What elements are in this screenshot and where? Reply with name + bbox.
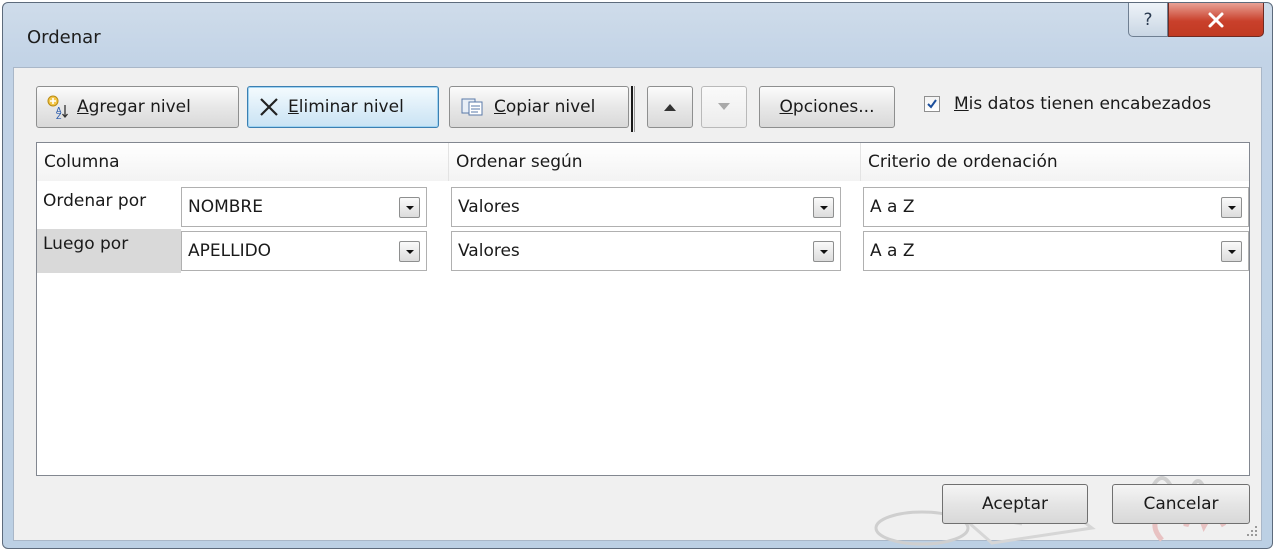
order-select-row-2[interactable]: A a Z xyxy=(863,231,1249,271)
title-bar[interactable]: Ordenar ? xyxy=(3,3,1272,67)
chevron-down-icon xyxy=(819,205,828,210)
dialog-client-area: A Z Agregar nivel Eliminar nivel Copiar … xyxy=(13,67,1262,546)
sort-on-value: Valores xyxy=(458,197,520,217)
move-down-button[interactable] xyxy=(701,86,747,128)
add-level-button[interactable]: A Z Agregar nivel xyxy=(36,86,239,128)
arrow-up-icon xyxy=(664,104,676,111)
accept-button[interactable]: Aceptar xyxy=(942,484,1088,524)
column-header-ordenar-segun: Ordenar según xyxy=(449,143,861,181)
order-select-row-1[interactable]: A a Z xyxy=(863,187,1249,227)
headers-checkbox[interactable] xyxy=(924,96,940,112)
options-label: Opciones... xyxy=(779,97,875,117)
sort-on-value: Valores xyxy=(458,241,520,261)
headers-checkbox-row[interactable]: Mis datos tienen encabezados xyxy=(924,94,1211,114)
x-delete-icon xyxy=(258,97,280,117)
delete-level-button[interactable]: Eliminar nivel xyxy=(247,86,439,128)
row-label-ordenar-por: Ordenar por xyxy=(43,191,147,211)
svg-text:Z: Z xyxy=(56,112,62,119)
copy-icon xyxy=(460,97,486,117)
chevron-down-icon xyxy=(1227,249,1236,254)
dropdown-button[interactable] xyxy=(813,241,834,262)
dropdown-button[interactable] xyxy=(399,241,420,262)
dialog-title: Ordenar xyxy=(27,27,101,48)
column-header-criterio: Criterio de ordenación xyxy=(861,143,1249,181)
chevron-down-icon xyxy=(1227,205,1236,210)
delete-level-label: Eliminar nivel xyxy=(288,97,404,117)
order-value: A a Z xyxy=(870,197,915,217)
close-button[interactable] xyxy=(1168,3,1264,37)
copy-level-label: Copiar nivel xyxy=(494,97,596,117)
column-select-row-1[interactable]: NOMBRE xyxy=(181,187,427,227)
sort-levels-grid: Columna Ordenar según Criterio de ordena… xyxy=(36,142,1250,476)
column-select-value: NOMBRE xyxy=(188,197,263,217)
column-header-columna: Columna xyxy=(37,143,449,181)
dropdown-button[interactable] xyxy=(399,197,420,218)
options-button[interactable]: Opciones... xyxy=(759,86,895,128)
row-label-luego-por: Luego por xyxy=(37,229,181,273)
close-icon xyxy=(1208,12,1224,27)
order-value: A a Z xyxy=(870,241,915,261)
column-select-value: APELLIDO xyxy=(188,241,272,261)
chevron-down-icon xyxy=(819,249,828,254)
dropdown-button[interactable] xyxy=(813,197,834,218)
sort-on-select-row-2[interactable]: Valores xyxy=(451,231,841,271)
column-select-row-2[interactable]: APELLIDO xyxy=(181,231,427,271)
checkmark-icon xyxy=(927,99,937,109)
arrow-down-icon xyxy=(718,103,730,110)
question-icon: ? xyxy=(1143,9,1153,30)
sort-dialog: Ordenar ? A Z Agregar nivel Eliminar niv… xyxy=(2,2,1273,549)
toolbar-separator xyxy=(631,86,635,132)
resize-grip-icon[interactable] xyxy=(1246,525,1258,537)
add-level-label: Agregar nivel xyxy=(77,97,191,117)
dropdown-button[interactable] xyxy=(1221,241,1242,262)
dropdown-button[interactable] xyxy=(1221,197,1242,218)
sort-on-select-row-1[interactable]: Valores xyxy=(451,187,841,227)
headers-checkbox-label: Mis datos tienen encabezados xyxy=(954,94,1212,114)
add-level-sort-icon: A Z xyxy=(47,95,69,119)
chevron-down-icon xyxy=(405,205,414,210)
help-button[interactable]: ? xyxy=(1128,3,1168,37)
copy-level-button[interactable]: Copiar nivel xyxy=(449,86,629,128)
move-up-button[interactable] xyxy=(647,86,693,128)
cancel-button[interactable]: Cancelar xyxy=(1112,484,1250,524)
chevron-down-icon xyxy=(405,249,414,254)
